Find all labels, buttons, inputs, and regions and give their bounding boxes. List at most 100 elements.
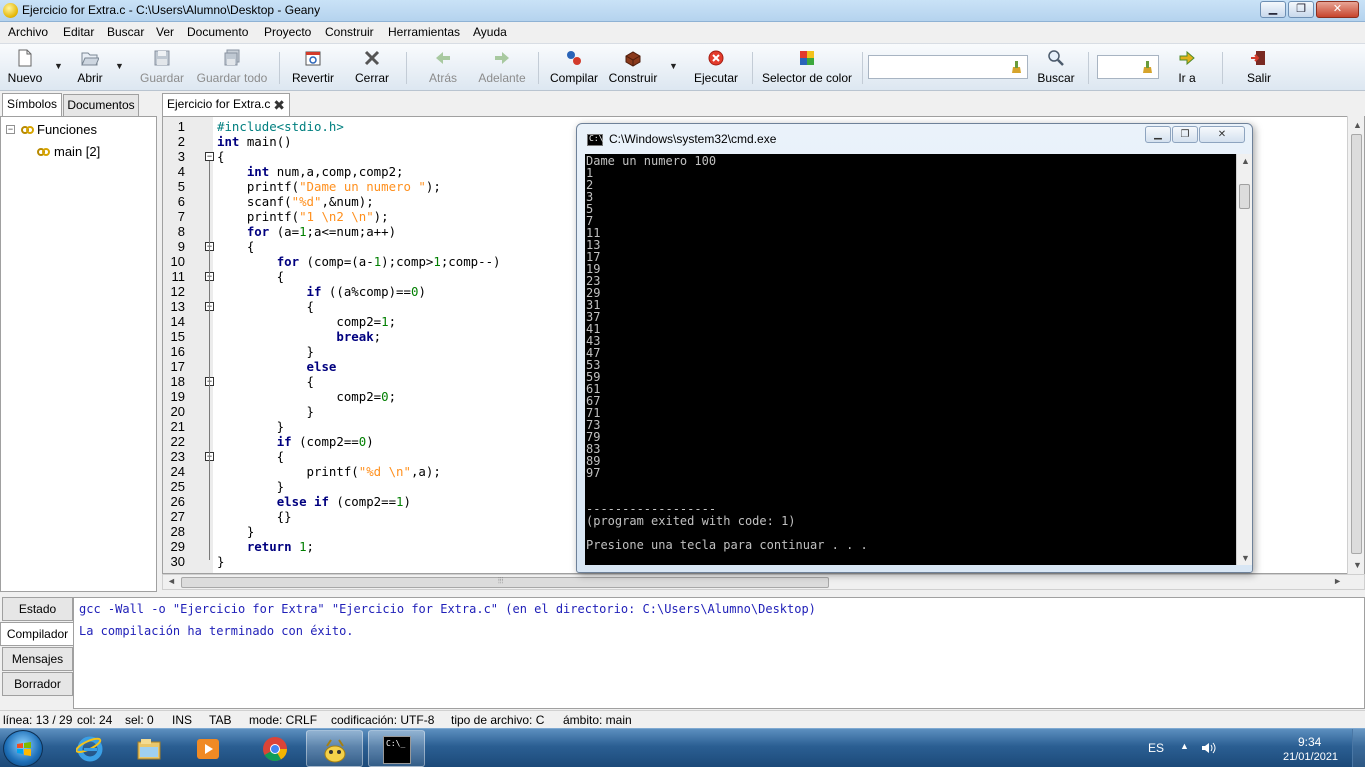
tab-borrador[interactable]: Borrador: [2, 672, 73, 696]
clock-time[interactable]: 9:34: [1298, 735, 1321, 749]
revert-button[interactable]: Revertir: [287, 47, 339, 89]
taskbar-media-player[interactable]: [180, 730, 237, 767]
chrome-icon: [263, 737, 287, 762]
console-output[interactable]: Dame un numero 100 1 2 3 5 7 11 13 17 19 23 29 31 37 4…: [585, 154, 1236, 565]
open-dropdown-arrow[interactable]: ▼: [115, 61, 124, 71]
menu-proyecto[interactable]: Proyecto: [264, 25, 311, 39]
menu-herramientas[interactable]: Herramientas: [388, 25, 460, 39]
goto-line-input[interactable]: [1097, 55, 1159, 79]
forward-button[interactable]: Adelante: [474, 47, 530, 89]
sidebar-tabs: Símbolos Documentos: [0, 93, 157, 116]
close-window-button[interactable]: ✕: [1316, 1, 1359, 18]
line-number: 25: [170, 479, 185, 494]
line-number: 15: [170, 329, 185, 344]
back-button[interactable]: Atrás: [418, 47, 468, 89]
start-button[interactable]: [3, 730, 43, 767]
compile-button[interactable]: Compilar: [546, 47, 602, 89]
console-line: 53: [586, 358, 601, 372]
color-picker-button[interactable]: Selector de color: [758, 47, 856, 89]
scroll-down-icon[interactable]: ▼: [1241, 553, 1250, 563]
execute-button[interactable]: Ejecutar: [690, 47, 742, 89]
scrollbar-thumb[interactable]: [1351, 134, 1362, 554]
minimize-button[interactable]: ▁: [1260, 1, 1286, 18]
build-button[interactable]: Construir: [604, 47, 662, 89]
new-dropdown-arrow[interactable]: ▼: [54, 61, 63, 71]
code-text: for (comp=(a-1);comp>1;comp--): [217, 254, 501, 269]
clock-date[interactable]: 21/01/2021: [1283, 751, 1338, 763]
save-button[interactable]: Guardar: [136, 47, 188, 89]
cmd-close-button[interactable]: ✕: [1199, 126, 1245, 143]
scroll-up-icon[interactable]: ▲: [1241, 156, 1250, 166]
menu-documento[interactable]: Documento: [187, 25, 248, 39]
goto-button[interactable]: Ir a: [1168, 47, 1206, 89]
maximize-button[interactable]: ❐: [1288, 1, 1314, 18]
clear-search-icon[interactable]: [1010, 60, 1023, 74]
message-window-tabs: Estado Compilador Mensajes Borrador: [0, 597, 74, 709]
console-line: 59: [586, 370, 601, 384]
menu-ver[interactable]: Ver: [156, 25, 174, 39]
tab-ejercicio-for-extra[interactable]: Ejercicio for Extra.c ✖: [162, 93, 290, 116]
magnifier-icon: [1048, 50, 1064, 66]
cmd-minimize-button[interactable]: ▁: [1145, 126, 1171, 143]
search-button[interactable]: Buscar: [1034, 47, 1078, 89]
scrollbar-thumb[interactable]: ⦙⦙⦙: [181, 576, 829, 588]
code-token: {: [217, 299, 314, 314]
tab-estado[interactable]: Estado: [2, 597, 73, 621]
tree-group-funciones[interactable]: Funciones: [37, 122, 97, 137]
console-line: 61: [586, 382, 601, 396]
tab-mensajes[interactable]: Mensajes: [2, 647, 73, 671]
search-input[interactable]: [868, 55, 1028, 79]
cmd-window[interactable]: C:\ C:\Windows\system32\cmd.exe ▁ ❐ ✕ Da…: [576, 123, 1253, 573]
fold-toggle-icon[interactable]: −: [205, 152, 214, 161]
code-token: }: [217, 404, 314, 419]
console-line: 79: [586, 430, 601, 444]
show-hidden-icons-icon[interactable]: ▲: [1180, 741, 1189, 751]
taskbar-chrome[interactable]: [247, 730, 304, 767]
language-indicator[interactable]: ES: [1148, 741, 1164, 755]
line-number: 23: [170, 449, 185, 464]
volume-icon[interactable]: [1200, 740, 1216, 756]
scrollbar-thumb[interactable]: [1239, 184, 1250, 209]
scroll-down-icon[interactable]: ▼: [1353, 560, 1362, 570]
save-all-button[interactable]: Guardar todo: [194, 47, 270, 89]
menu-archivo[interactable]: Archivo: [8, 25, 48, 39]
forward-label: Adelante: [478, 71, 526, 85]
tab-compilador[interactable]: Compilador: [0, 622, 74, 646]
tree-expander[interactable]: −: [6, 125, 15, 134]
cmd-maximize-button[interactable]: ❐: [1172, 126, 1198, 143]
menu-construir[interactable]: Construir: [325, 25, 374, 39]
code-token: {: [217, 374, 314, 389]
menu-buscar[interactable]: Buscar: [107, 25, 144, 39]
show-desktop-button[interactable]: [1352, 729, 1365, 767]
code-token: ,a);: [410, 464, 441, 479]
code-text: printf("1 \n2 \n");: [217, 209, 389, 224]
tab-documents[interactable]: Documentos: [63, 94, 139, 116]
code-text: }: [217, 479, 284, 494]
taskbar-geany[interactable]: [306, 730, 363, 767]
menu-ayuda[interactable]: Ayuda: [473, 25, 507, 39]
build-dropdown-arrow[interactable]: ▼: [669, 61, 678, 71]
scroll-right-icon[interactable]: ►: [1333, 576, 1342, 586]
editor-vertical-scrollbar[interactable]: ▲ ▼: [1347, 116, 1364, 574]
toolbar-separator: [1222, 52, 1223, 84]
tree-item-main[interactable]: main [2]: [54, 144, 100, 159]
console-vertical-scrollbar[interactable]: ▲ ▼: [1236, 154, 1252, 565]
cmd-window-icon: C:\: [587, 134, 603, 146]
code-text: if (comp2==0): [217, 434, 374, 449]
taskbar-cmd[interactable]: C:\_: [368, 730, 425, 767]
tab-symbols[interactable]: Símbolos: [2, 93, 62, 116]
quit-button[interactable]: Salir: [1238, 47, 1280, 89]
taskbar-file-explorer[interactable]: [121, 730, 178, 767]
code-token: );: [425, 179, 441, 194]
clear-goto-icon[interactable]: [1141, 60, 1154, 74]
menu-editar[interactable]: Editar: [63, 25, 94, 39]
scroll-up-icon[interactable]: ▲: [1353, 120, 1362, 130]
open-button[interactable]: Abrir: [68, 47, 112, 89]
close-file-button[interactable]: Cerrar: [348, 47, 396, 89]
close-tab-icon[interactable]: ✖: [273, 95, 285, 116]
editor-horizontal-scrollbar[interactable]: ◄ ⦙⦙⦙ ►: [162, 574, 1365, 590]
new-button[interactable]: Nuevo: [2, 47, 48, 89]
taskbar-internet-explorer[interactable]: [62, 730, 119, 767]
scroll-left-icon[interactable]: ◄: [167, 576, 176, 586]
